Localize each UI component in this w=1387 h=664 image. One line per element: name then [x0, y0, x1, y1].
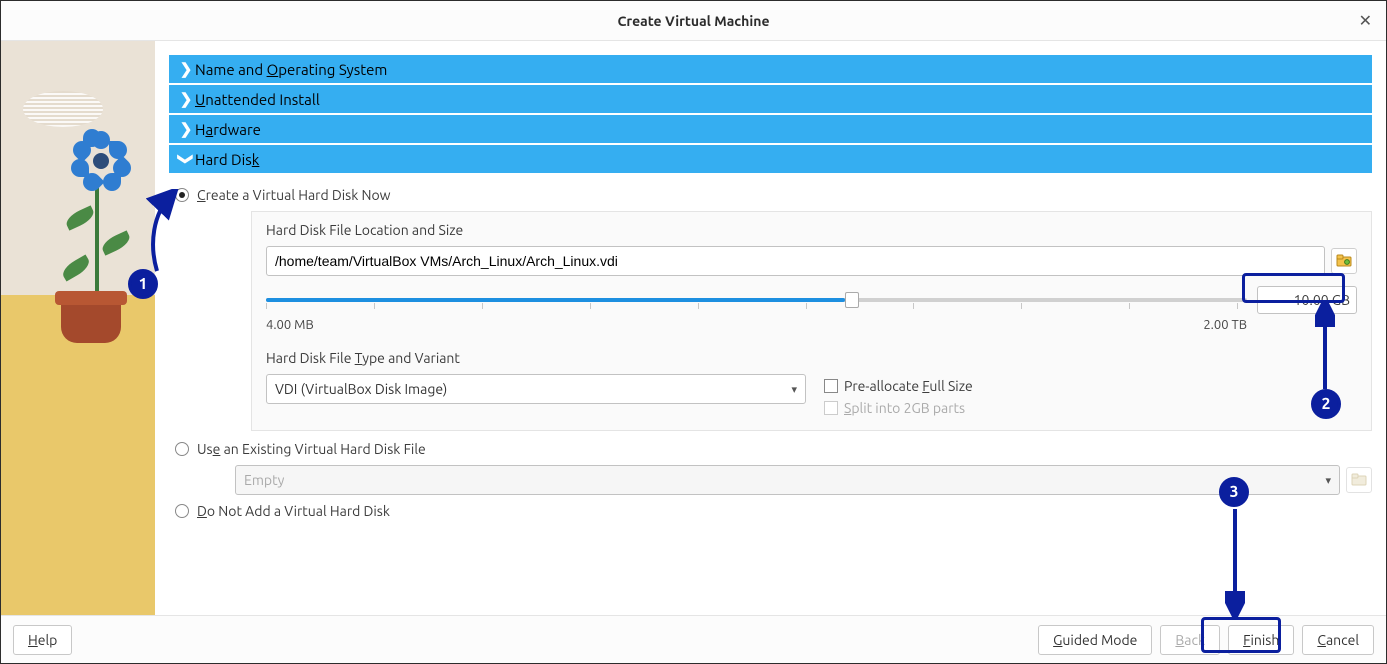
accordion-hardware[interactable]: ❯ Hardware: [169, 115, 1372, 143]
checkbox-icon: [824, 401, 838, 415]
back-button: Back: [1160, 625, 1220, 655]
folder-icon: [1351, 472, 1367, 488]
split-checkbox: Split into 2GB parts: [824, 400, 973, 416]
finish-button[interactable]: Finish: [1228, 625, 1294, 655]
type-variant-label: Hard Disk File Type and Variant: [266, 350, 1357, 366]
chevron-down-icon: ❯: [177, 150, 195, 168]
radio-label: Use an Existing Virtual Hard Disk File: [197, 441, 426, 457]
radio-create-disk[interactable]: Create a Virtual Hard Disk Now: [175, 187, 1372, 203]
existing-disk-combo: Empty ▾: [235, 465, 1340, 495]
radio-no-disk[interactable]: Do Not Add a Virtual Hard Disk: [175, 503, 1372, 519]
disk-size-min: 4.00 MB: [266, 318, 314, 332]
guided-mode-button[interactable]: Guided Mode: [1038, 625, 1152, 655]
help-button[interactable]: Help: [13, 625, 72, 655]
checkbox-icon: [824, 379, 838, 393]
checkbox-label: Split into 2GB parts: [844, 400, 965, 416]
location-size-label: Hard Disk File Location and Size: [266, 222, 1357, 238]
close-icon[interactable]: ✕: [1359, 11, 1372, 30]
checkbox-label: Pre-allocate Full Size: [844, 378, 973, 394]
footer: Help Guided Mode Back Finish Cancel: [1, 615, 1386, 663]
folder-icon: [1336, 253, 1352, 269]
accordion-unattended[interactable]: ❯ Unattended Install: [169, 85, 1372, 113]
accordion-name-os[interactable]: ❯ Name and Operating System: [169, 55, 1372, 83]
chevron-right-icon: ❯: [177, 90, 195, 108]
disk-type-combo[interactable]: VDI (VirtualBox Disk Image) ▾: [266, 374, 806, 404]
accordion-label: Hardware: [195, 121, 261, 138]
accordion-harddisk[interactable]: ❯ Hard Disk: [169, 145, 1372, 173]
disk-path-input[interactable]: [266, 246, 1325, 276]
disk-size-value[interactable]: 10.00 GB: [1257, 286, 1357, 314]
chevron-down-icon: ▾: [1325, 474, 1331, 487]
combo-value: Empty: [244, 472, 284, 488]
chevron-down-icon: ▾: [791, 383, 797, 396]
harddisk-section: Create a Virtual Hard Disk Now Hard Disk…: [169, 175, 1372, 527]
window-title: Create Virtual Machine: [617, 13, 769, 29]
annotation-2-badge: 2: [1311, 389, 1341, 419]
annotation-1-arrow: [143, 189, 183, 275]
cancel-button[interactable]: Cancel: [1302, 625, 1374, 655]
disk-size-slider[interactable]: [266, 289, 1247, 311]
window: Create Virtual Machine ✕: [0, 0, 1387, 664]
create-disk-panel: Hard Disk File Location and Size: [251, 211, 1372, 431]
annotation-1-badge: 1: [128, 269, 158, 299]
existing-browse-button: [1346, 467, 1372, 493]
browse-button[interactable]: [1331, 248, 1357, 274]
combo-value: VDI (VirtualBox Disk Image): [275, 381, 447, 397]
radio-icon: [175, 442, 189, 456]
accordion-label: Name and Operating System: [195, 61, 387, 78]
radio-icon: [175, 504, 189, 518]
preallocate-checkbox[interactable]: Pre-allocate Full Size: [824, 378, 973, 394]
annotation-3-arrow: [1225, 507, 1245, 617]
body: ❯ Name and Operating System ❯ Unattended…: [1, 41, 1386, 615]
titlebar: Create Virtual Machine ✕: [1, 1, 1386, 41]
disk-size-max: 2.00 TB: [1203, 318, 1247, 332]
accordion-label: Unattended Install: [195, 91, 320, 108]
wizard-sidebar-image: [1, 41, 155, 615]
radio-use-existing[interactable]: Use an Existing Virtual Hard Disk File: [175, 441, 1372, 457]
chevron-right-icon: ❯: [177, 60, 195, 78]
radio-label: Do Not Add a Virtual Hard Disk: [197, 503, 390, 519]
annotation-3-badge: 3: [1219, 477, 1249, 507]
wizard-main: ❯ Name and Operating System ❯ Unattended…: [155, 41, 1386, 615]
radio-label: Create a Virtual Hard Disk Now: [197, 187, 391, 203]
accordion-label: Hard Disk: [195, 151, 259, 168]
chevron-right-icon: ❯: [177, 120, 195, 138]
annotation-2-arrow: [1315, 303, 1335, 391]
